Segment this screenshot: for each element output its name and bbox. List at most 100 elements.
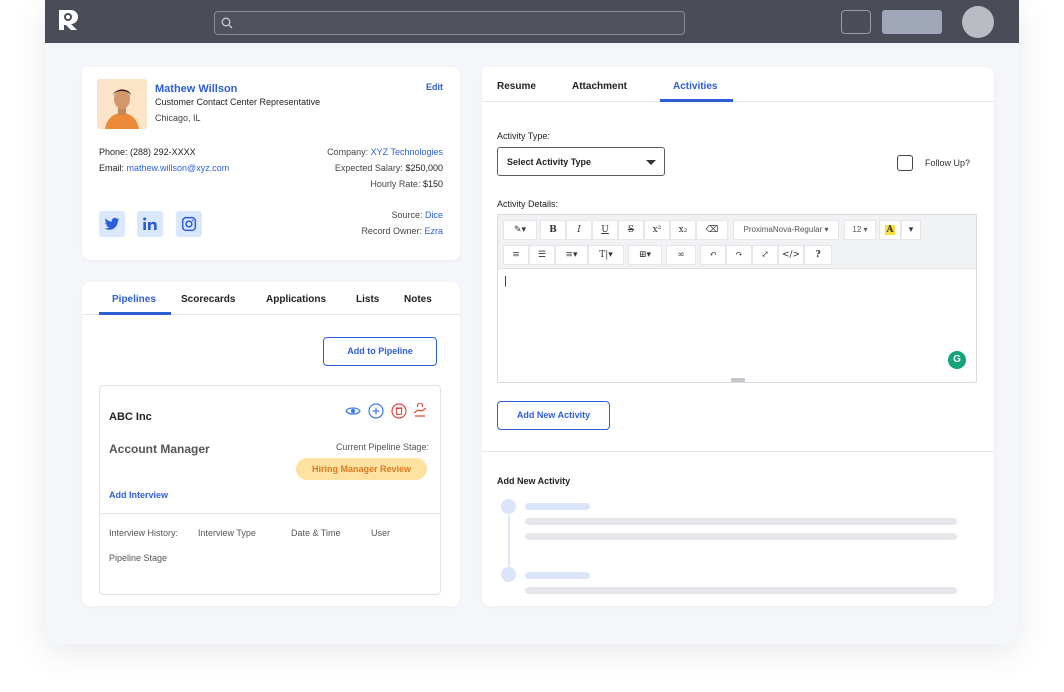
clear-format-icon[interactable]: ⌫ — [696, 220, 728, 240]
activity-details-label: Activity Details: — [497, 199, 559, 209]
undo-icon[interactable]: ↶ — [700, 245, 726, 265]
company-row: Company: XYZ Technologies — [327, 147, 443, 157]
text-style-icon[interactable]: T|▾ — [588, 245, 624, 265]
active-tab-indicator — [660, 99, 733, 102]
font-size-select[interactable]: 12 ▾ — [844, 220, 876, 240]
timeline-line — [508, 515, 510, 575]
salary-label: Expected Salary: — [334, 163, 403, 173]
source-row: Source: Dice — [391, 210, 443, 220]
phone-row: Phone: (288) 292-XXXX — [99, 147, 196, 157]
candidate-profile-card: Mathew Willson Customer Contact Center R… — [82, 67, 460, 260]
tab-lists[interactable]: Lists — [356, 294, 379, 305]
skeleton-line — [525, 587, 957, 594]
app-logo-icon[interactable] — [57, 8, 79, 32]
code-view-icon[interactable]: </> — [778, 245, 804, 265]
owner-label: Record Owner: — [361, 226, 422, 236]
user-avatar[interactable] — [962, 6, 994, 38]
candidate-photo — [97, 79, 147, 129]
col-user: User — [371, 528, 391, 538]
rich-text-editor[interactable]: ✎▾ B I U S x² x₂ ⌫ ProximaNova-Regular ▾… — [497, 214, 977, 383]
tab-attachment[interactable]: Attachment — [572, 81, 627, 92]
timeline-title: Add New Activity — [497, 476, 571, 486]
align-icon[interactable]: ≡▾ — [555, 245, 588, 265]
follow-up-checkbox[interactable] — [897, 155, 913, 171]
email-link[interactable]: mathew.willson@xyz.com — [127, 163, 230, 173]
phone-value: (288) 292-XXXX — [130, 147, 196, 157]
pipeline-company: ABC Inc — [109, 411, 152, 423]
font-family-select[interactable]: ProximaNova-Regular ▾ — [733, 220, 839, 240]
text-color-icon[interactable]: A — [879, 220, 901, 240]
col-interview-type: Interview Type — [198, 528, 256, 538]
add-interview-link[interactable]: Add Interview — [109, 490, 168, 500]
search-input[interactable] — [214, 11, 685, 35]
grammarly-icon[interactable]: G — [948, 351, 966, 369]
editor-toolbar: ✎▾ B I U S x² x₂ ⌫ ProximaNova-Regular ▾… — [498, 215, 976, 269]
tab-applications[interactable]: Applications — [266, 294, 326, 305]
add-new-activity-button[interactable]: Add New Activity — [497, 401, 610, 430]
tab-activities[interactable]: Activities — [673, 81, 717, 92]
view-icon[interactable] — [345, 403, 361, 424]
toolbar-square-button[interactable] — [841, 10, 871, 34]
bold-icon[interactable]: B — [540, 220, 566, 240]
timeline-dot — [501, 567, 516, 582]
linkedin-icon[interactable] — [137, 211, 163, 237]
interview-history-label: Interview History: — [109, 528, 179, 538]
hand-icon[interactable] — [412, 402, 428, 424]
stage-label: Current Pipeline Stage: — [335, 442, 429, 452]
owner-value[interactable]: Ezra — [424, 226, 443, 236]
ordered-list-icon[interactable]: ≡ — [503, 245, 529, 265]
tab-pipelines[interactable]: Pipelines — [112, 294, 156, 305]
tab-resume[interactable]: Resume — [497, 81, 536, 92]
help-icon[interactable]: ? — [804, 245, 832, 265]
add-to-pipeline-button[interactable]: Add to Pipeline — [323, 337, 437, 366]
stage-badge[interactable]: Hiring Manager Review — [296, 458, 427, 480]
superscript-icon[interactable]: x² — [644, 220, 670, 240]
redo-icon[interactable]: ↷ — [726, 245, 752, 265]
subscript-icon[interactable]: x₂ — [670, 220, 696, 240]
source-value[interactable]: Dice — [425, 210, 443, 220]
pipeline-actions — [345, 402, 435, 424]
skeleton-line — [525, 503, 590, 510]
phone-label: Phone: — [99, 147, 128, 157]
text-cursor: | — [504, 275, 507, 287]
link-icon[interactable]: ∞ — [666, 245, 696, 265]
company-label: Company: — [327, 147, 369, 157]
fullscreen-icon[interactable]: ⤢ — [752, 245, 778, 265]
delete-icon[interactable] — [391, 403, 407, 424]
underline-icon[interactable]: U — [592, 220, 618, 240]
instagram-icon[interactable] — [176, 211, 202, 237]
company-link[interactable]: XYZ Technologies — [371, 147, 443, 157]
activity-type-select[interactable]: Select Activity Type — [497, 147, 665, 176]
activities-card: Resume Attachment Activities Activity Ty… — [482, 67, 994, 606]
candidate-name[interactable]: Mathew Willson — [155, 83, 237, 95]
salary-value: $250,000 — [405, 163, 443, 173]
rate-label: Hourly Rate: — [370, 179, 421, 189]
resize-handle[interactable] — [731, 378, 745, 382]
edit-profile-link[interactable]: Edit — [426, 82, 443, 92]
strikethrough-icon[interactable]: S — [618, 220, 644, 240]
detail-tabs: Resume Attachment Activities — [482, 67, 994, 102]
owner-row: Record Owner: Ezra — [361, 226, 443, 236]
candidate-role: Customer Contact Center Representative — [155, 97, 321, 107]
skeleton-line — [525, 518, 957, 525]
table-icon[interactable]: ⊞▾ — [628, 245, 662, 265]
magic-wand-icon[interactable]: ✎▾ — [503, 220, 537, 240]
tab-notes[interactable]: Notes — [404, 294, 432, 305]
twitter-icon[interactable] — [99, 211, 125, 237]
divider — [482, 451, 994, 452]
pipeline-stage-label: Pipeline Stage — [109, 553, 168, 563]
italic-icon[interactable]: I — [566, 220, 592, 240]
divider — [100, 513, 440, 514]
add-circle-icon[interactable] — [368, 403, 384, 424]
font-family-value: ProximaNova-Regular — [743, 225, 823, 234]
tab-scorecards[interactable]: Scorecards — [181, 294, 235, 305]
email-row: Email: mathew.willson@xyz.com — [99, 163, 229, 173]
color-dropdown-icon[interactable]: ▾ — [901, 220, 921, 240]
search-icon — [221, 17, 233, 29]
chevron-down-icon — [646, 160, 656, 165]
candidate-location: Chicago, IL — [155, 113, 201, 123]
toolbar-action-button[interactable] — [882, 10, 942, 34]
col-date-time: Date & Time — [291, 528, 341, 538]
top-bar — [45, 0, 1019, 43]
unordered-list-icon[interactable]: ☰ — [529, 245, 555, 265]
